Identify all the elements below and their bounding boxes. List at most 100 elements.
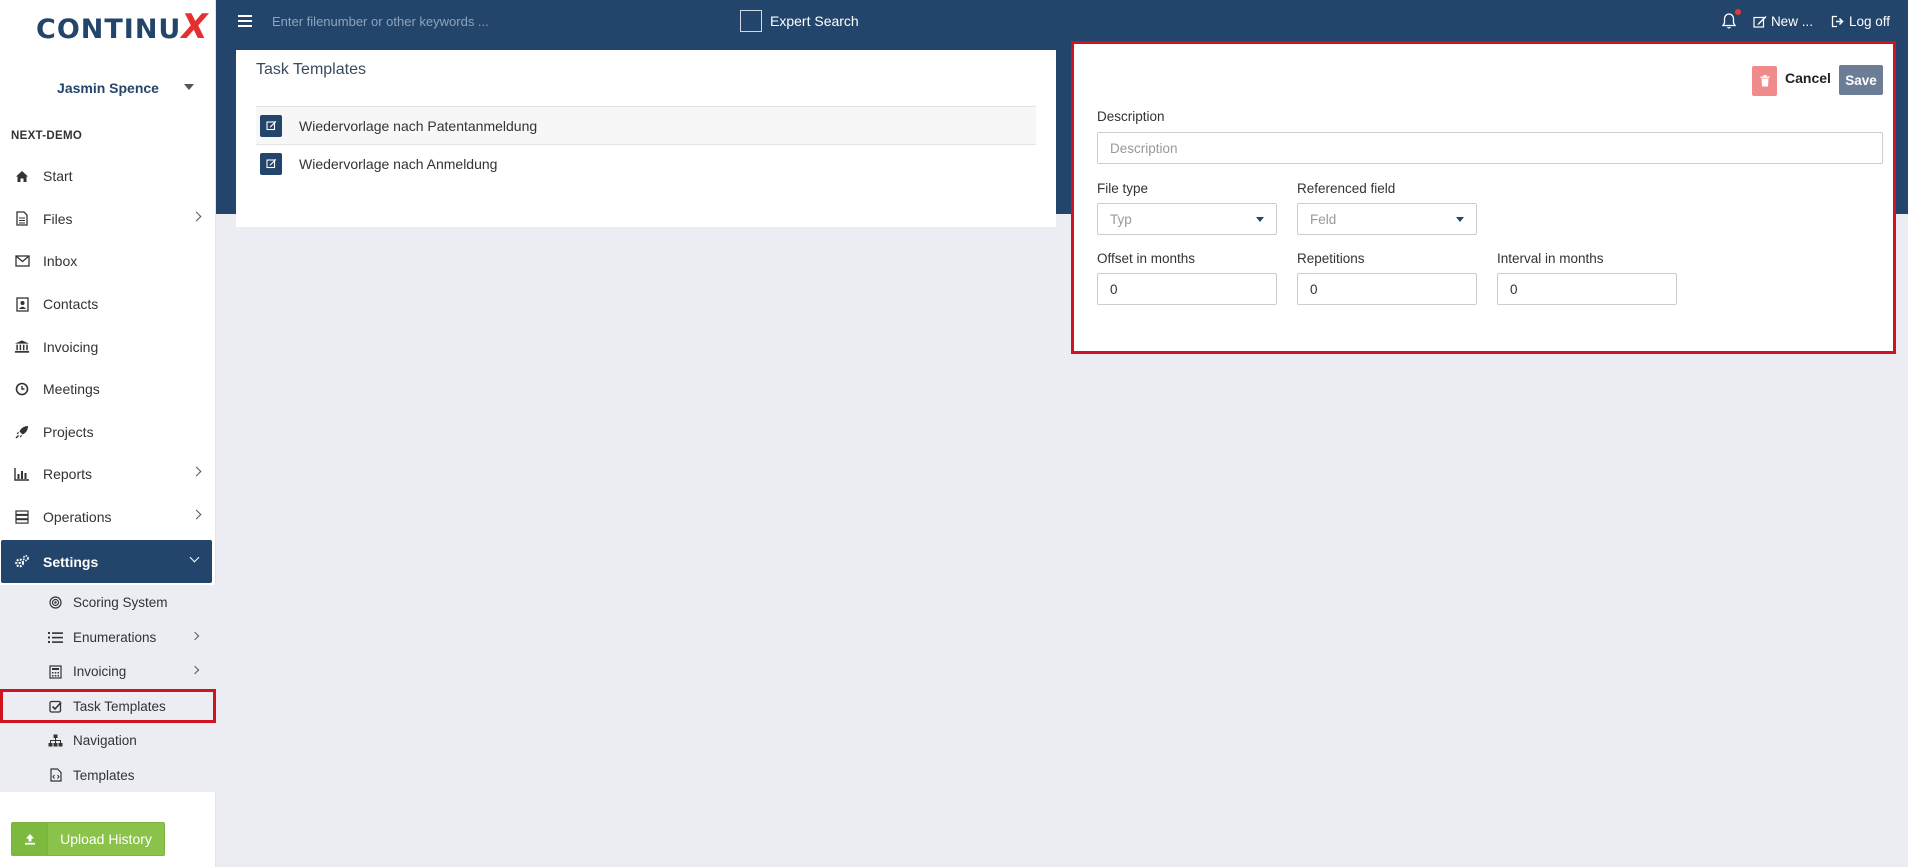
chevron-down-icon: [189, 552, 200, 563]
chevron-right-icon: [191, 509, 202, 520]
user-name: Jasmin Spence: [57, 80, 159, 96]
sidebar-item-contacts[interactable]: Contacts: [0, 283, 216, 326]
sidebar-item-reports[interactable]: Reports: [0, 453, 216, 496]
template-name: Wiedervorlage nach Anmeldung: [299, 155, 498, 172]
subnav-item-label: Templates: [73, 767, 135, 783]
subnav-item-scoring-system[interactable]: Scoring System: [0, 585, 216, 620]
caret-down-icon: [184, 84, 194, 90]
contact-card-icon: [14, 296, 30, 312]
subnav-item-label: Enumerations: [73, 629, 157, 645]
subnav-item-label: Task Templates: [73, 698, 166, 714]
sidebar-item-meetings[interactable]: Meetings: [0, 368, 216, 411]
sidebar-item-label: Projects: [43, 423, 94, 440]
sidebar-item-label: Meetings: [43, 381, 100, 398]
sidebar-item-files[interactable]: Files: [0, 198, 216, 241]
sidebar-item-settings[interactable]: Settings: [1, 540, 212, 584]
sidebar-nav: Start Files Inbox Contacts Invoicing Mee…: [0, 155, 216, 793]
log-off-button[interactable]: Log off: [1831, 14, 1890, 29]
logo[interactable]: CONTINUX: [36, 7, 209, 47]
sidebar-item-invoicing[interactable]: Invoicing: [0, 325, 216, 368]
upload-icon: [12, 823, 48, 855]
edit-icon[interactable]: [260, 152, 282, 175]
file-type-placeholder: Typ: [1110, 211, 1132, 227]
subnav-item-templates[interactable]: Templates: [0, 758, 216, 793]
subnav-item-task-templates[interactable]: Task Templates: [0, 688, 216, 724]
notification-bell-icon[interactable]: [1721, 9, 1741, 30]
referenced-field-select[interactable]: Feld: [1297, 203, 1477, 235]
file-type-select[interactable]: Typ: [1097, 203, 1277, 235]
save-button[interactable]: Save: [1839, 65, 1883, 95]
file-icon: [14, 211, 30, 227]
chevron-right-icon: [190, 666, 200, 675]
sidebar: CONTINUX Jasmin Spence NEXT-DEMO Start F…: [0, 0, 216, 867]
gears-icon: [14, 554, 30, 570]
offset-input[interactable]: [1097, 273, 1277, 305]
caret-down-icon: [1256, 217, 1264, 222]
caret-down-icon: [1456, 217, 1464, 222]
file-type-label: File type: [1097, 181, 1149, 196]
subnav-item-invoicing[interactable]: Invoicing: [0, 654, 216, 689]
sign-out-icon: [1831, 15, 1844, 27]
sidebar-item-operations[interactable]: Operations: [0, 496, 216, 539]
template-name: Wiedervorlage nach Patentanmeldung: [299, 117, 538, 134]
org-label: NEXT-DEMO: [11, 130, 83, 142]
bullseye-icon: [48, 595, 63, 610]
sidebar-item-inbox[interactable]: Inbox: [0, 240, 216, 283]
sidebar-item-label: Start: [43, 168, 73, 185]
subnav-item-enumerations[interactable]: Enumerations: [0, 620, 216, 655]
delete-button[interactable]: [1752, 66, 1777, 96]
clock-icon: [14, 381, 30, 397]
repetitions-label: Repetitions: [1297, 251, 1365, 266]
notification-dot: [1734, 9, 1741, 15]
sidebar-item-label: Operations: [43, 509, 112, 526]
panel-title: Task Templates: [256, 61, 366, 78]
bar-chart-icon: [14, 466, 30, 482]
expert-search-toggle[interactable]: Expert Search: [740, 10, 859, 32]
file-code-icon: [48, 768, 63, 783]
upload-history-label: Upload History: [60, 831, 152, 847]
top-bar: Expert Search New ... Log off: [216, 0, 1908, 42]
new-menu-button[interactable]: New ...: [1753, 14, 1813, 29]
search-input[interactable]: [272, 8, 712, 34]
log-off-label: Log off: [1848, 13, 1890, 29]
subnav-item-label: Invoicing: [73, 664, 127, 680]
template-row[interactable]: Wiedervorlage nach Anmeldung: [256, 144, 1036, 182]
subnav-item-label: Navigation: [73, 733, 137, 749]
repetitions-input[interactable]: [1297, 273, 1477, 305]
edit-icon[interactable]: [260, 114, 282, 137]
new-menu-label: New ...: [1770, 13, 1813, 29]
template-row[interactable]: Wiedervorlage nach Patentanmeldung: [256, 106, 1036, 144]
hamburger-menu-icon[interactable]: [238, 15, 252, 27]
list-ol-icon: [48, 630, 63, 645]
sidebar-item-label: Files: [43, 210, 73, 227]
cancel-button[interactable]: Cancel: [1785, 70, 1831, 86]
sidebar-item-projects[interactable]: Projects: [0, 411, 216, 454]
sidebar-item-label: Settings: [43, 553, 99, 570]
interval-label: Interval in months: [1497, 251, 1604, 266]
chevron-right-icon: [191, 211, 202, 222]
interval-input[interactable]: [1497, 273, 1677, 305]
home-icon: [14, 168, 30, 184]
bank-icon: [14, 339, 30, 355]
description-input[interactable]: [1097, 132, 1883, 164]
top-actions: New ... Log off: [1721, 0, 1908, 42]
check-square-icon: [48, 699, 63, 714]
subnav-item-label: Scoring System: [73, 595, 168, 611]
sidebar-item-label: Reports: [43, 466, 93, 483]
expert-search-label: Expert Search: [770, 13, 859, 29]
envelope-icon: [14, 253, 30, 269]
sidebar-item-start[interactable]: Start: [0, 155, 216, 198]
referenced-field-placeholder: Feld: [1310, 211, 1337, 227]
upload-history-button[interactable]: Upload History: [11, 822, 165, 856]
user-menu[interactable]: Jasmin Spence: [0, 80, 216, 96]
server-icon: [14, 509, 30, 525]
sitemap-icon: [48, 733, 63, 748]
expert-search-checkbox[interactable]: [740, 10, 762, 32]
referenced-field-label: Referenced field: [1297, 181, 1396, 196]
subnav-item-navigation[interactable]: Navigation: [0, 723, 216, 758]
task-templates-panel: Task Templates Wiedervorlage nach Patent…: [236, 50, 1056, 227]
edit-icon: [1753, 15, 1767, 28]
sidebar-item-label: Contacts: [43, 296, 99, 313]
sidebar-item-label: Invoicing: [43, 338, 99, 355]
sidebar-item-label: Inbox: [43, 253, 78, 270]
